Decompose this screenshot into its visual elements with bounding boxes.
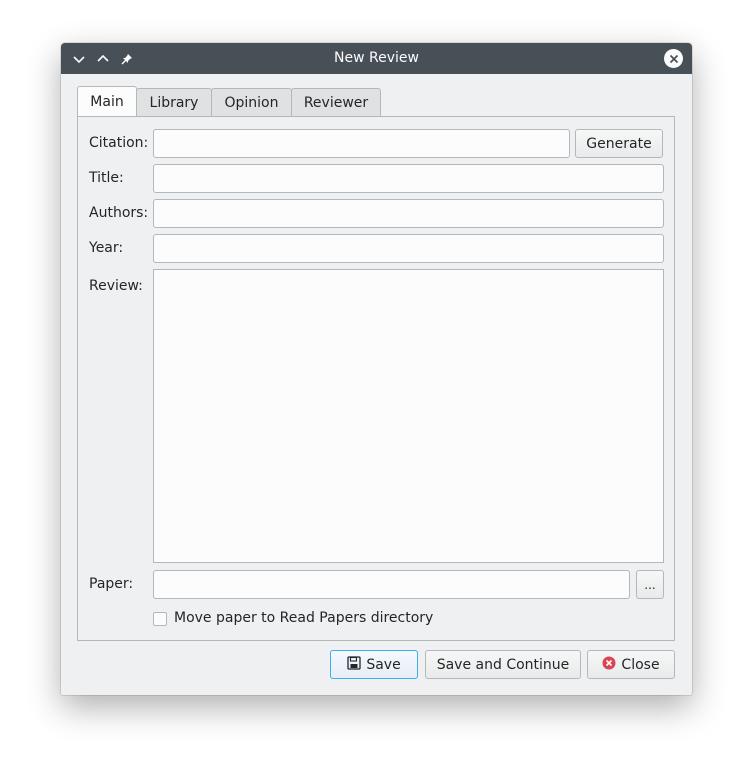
tab-library[interactable]: Library (136, 88, 212, 116)
authors-label: Authors: (89, 205, 149, 221)
dialog-window: New Review Main Library Opinion Reviewer… (61, 43, 692, 695)
save-and-continue-label: Save and Continue (436, 656, 570, 673)
browse-button-label: ... (644, 577, 656, 592)
title-label: Title: (89, 170, 124, 186)
paper-label: Paper: (89, 576, 134, 592)
move-paper-label[interactable]: Move paper to Read Papers directory (174, 610, 433, 626)
year-label: Year: (89, 240, 124, 256)
close-circle-icon (602, 656, 616, 674)
generate-button-label: Generate (586, 135, 652, 152)
paper-input[interactable] (153, 570, 630, 599)
main-tab-panel: Citation: Generate Title: Authors: Year:… (77, 116, 675, 641)
title-bar[interactable]: New Review (61, 43, 692, 74)
floppy-disk-icon (347, 655, 361, 674)
tab-opinion[interactable]: Opinion (211, 88, 292, 116)
window-title: New Review (334, 50, 419, 66)
save-and-continue-button[interactable]: Save and Continue (425, 650, 581, 679)
generate-button[interactable]: Generate (575, 129, 663, 158)
save-button-label: Save (366, 656, 401, 673)
review-label: Review: (89, 278, 143, 294)
citation-input[interactable] (153, 129, 570, 158)
browse-button[interactable]: ... (636, 570, 664, 599)
close-button-label: Close (621, 656, 660, 673)
citation-label: Citation: (89, 135, 149, 151)
tab-main[interactable]: Main (77, 86, 137, 116)
close-button[interactable]: Close (587, 650, 675, 679)
save-button[interactable]: Save (330, 650, 418, 679)
tab-reviewer[interactable]: Reviewer (291, 88, 381, 116)
move-paper-checkbox[interactable] (153, 612, 167, 626)
close-icon[interactable] (664, 49, 683, 68)
year-input[interactable] (153, 234, 664, 263)
review-textarea[interactable] (153, 269, 664, 563)
authors-input[interactable] (153, 199, 664, 228)
title-input[interactable] (153, 164, 664, 193)
